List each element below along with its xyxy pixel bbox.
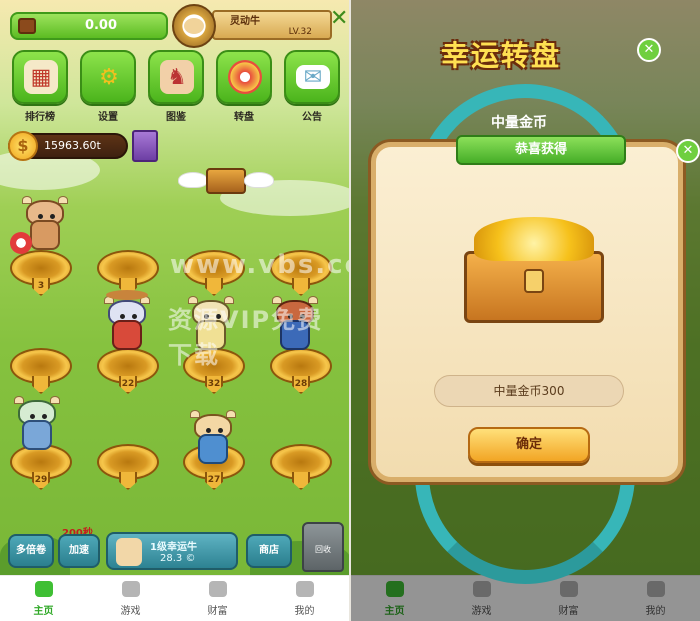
menu-item-ranking[interactable]: ▦ 排行榜 <box>12 50 68 125</box>
confirm-button[interactable]: 确定 <box>468 427 590 463</box>
collection-icon: ♞ <box>160 60 194 94</box>
moneybag-icon <box>208 581 227 597</box>
avatar[interactable] <box>172 4 216 48</box>
slot[interactable] <box>97 440 159 490</box>
menu-label: 转盘 <box>234 112 254 123</box>
main-screen: 0.00 灵动牛 LV.32 ✕ ▦ 排行榜 ⚙ 设置 ♞ 图鉴 转盘 ✉ 公告… <box>0 0 349 621</box>
user-icon <box>295 581 314 597</box>
player-level: LV.32 <box>288 27 312 37</box>
wheel-title: 幸运转盘 <box>441 39 562 72</box>
reward-screen: 主页 游戏 财富 我的 幸运转盘 ✕ 中量金币 恭喜获得 ✕ 中量金币300 确… <box>351 0 700 621</box>
menu-item-settings[interactable]: ⚙ 设置 <box>80 50 136 125</box>
tab-home[interactable]: 主页 <box>0 576 87 621</box>
multiplier-button[interactable]: 多倍卷 <box>8 534 54 568</box>
gear-icon: ⚙ <box>99 64 119 90</box>
buy-cow-price: 28.3 © <box>160 553 196 564</box>
menu-label: 公告 <box>302 112 322 123</box>
reward-amount: 中量金币300 <box>434 375 624 407</box>
wallet-icon <box>18 18 36 34</box>
slot[interactable] <box>10 344 72 394</box>
player-name: 灵动牛 <box>230 16 260 27</box>
cow-character[interactable] <box>14 396 60 456</box>
name-plate: 灵动牛 LV.32 <box>212 10 332 40</box>
dialog-close-button[interactable]: ✕ <box>676 139 700 163</box>
menu-item-wheel[interactable]: 转盘 <box>216 50 272 125</box>
coin-counter: $ 15963.60t <box>8 131 128 161</box>
flying-chest[interactable] <box>178 168 274 198</box>
cow-character[interactable] <box>104 290 150 356</box>
wheel-icon <box>228 60 262 94</box>
main-menu: ▦ 排行榜 ⚙ 设置 ♞ 图鉴 转盘 ✉ 公告 <box>12 50 342 125</box>
wheel-close-button[interactable]: ✕ <box>637 38 661 62</box>
shop-button[interactable]: 商店 <box>246 534 292 568</box>
tab-bar: 主页 游戏 财富 我的 <box>0 575 349 621</box>
gamepad-icon <box>121 581 140 597</box>
coin-icon: $ <box>8 131 38 161</box>
tab-wealth[interactable]: 财富 <box>174 576 261 621</box>
speedup-button[interactable]: 加速 <box>58 534 100 568</box>
slot[interactable] <box>97 246 159 296</box>
watermark-text: 资源VIP免费下载 <box>168 306 324 369</box>
app-composite: 0.00 灵动牛 LV.32 ✕ ▦ 排行榜 ⚙ 设置 ♞ 图鉴 转盘 ✉ 公告… <box>0 0 700 621</box>
close-icon[interactable]: ✕ <box>330 4 348 34</box>
menu-label: 设置 <box>98 112 118 123</box>
congrats-ribbon: 恭喜获得 <box>456 135 626 165</box>
menu-item-notice[interactable]: ✉ 公告 <box>284 50 340 125</box>
gift-box-icon[interactable] <box>132 130 158 162</box>
chest-icon <box>206 168 246 194</box>
mail-icon: ✉ <box>296 65 330 90</box>
buy-cow-button[interactable]: 1级幸运牛 28.3 © <box>106 532 238 570</box>
ranking-icon: ▦ <box>24 60 58 94</box>
wheel-prize-label: 中量金币 <box>491 115 547 131</box>
profile-card[interactable]: 灵动牛 LV.32 ✕ <box>172 4 348 48</box>
reward-dialog: 恭喜获得 ✕ 中量金币300 确定 <box>371 135 700 482</box>
cow-character[interactable] <box>10 196 68 256</box>
recycle-label: 回收 <box>315 545 331 554</box>
control-bar: 200秒 多倍卷 加速 1级幸运牛 28.3 © 商店 回收 <box>0 522 349 574</box>
watermark-text: www.vbs.com <box>170 250 349 280</box>
lock-icon <box>524 269 544 293</box>
menu-item-collection[interactable]: ♞ 图鉴 <box>148 50 204 125</box>
treasure-chest-icon <box>464 217 604 327</box>
home-icon <box>34 581 53 597</box>
cow-character[interactable] <box>190 410 236 470</box>
balance-bar[interactable]: 0.00 <box>10 12 168 40</box>
tab-profile[interactable]: 我的 <box>261 576 348 621</box>
tab-games[interactable]: 游戏 <box>87 576 174 621</box>
cow-thumbnail-icon <box>116 538 142 566</box>
menu-label: 排行榜 <box>25 112 55 123</box>
buy-cow-title: 1级幸运牛 <box>150 542 197 553</box>
recycle-bin-button[interactable]: 回收 <box>302 522 344 572</box>
coin-value: 15963.60t <box>44 139 101 152</box>
menu-label: 图鉴 <box>166 112 186 123</box>
balance-value: 0.00 <box>84 18 118 33</box>
slot[interactable] <box>270 440 332 490</box>
